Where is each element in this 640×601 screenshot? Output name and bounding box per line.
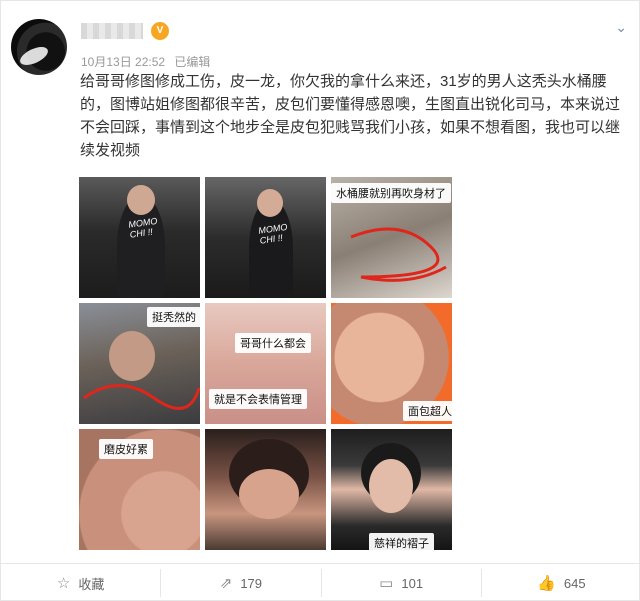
comment-count: 101 [401, 575, 424, 591]
repost-count: 179 [240, 575, 263, 591]
image-tile-2[interactable]: MOMO CHI !! [205, 177, 326, 298]
like-button[interactable]: 👍 645 [482, 569, 640, 597]
vip-badge-icon: V [151, 22, 169, 40]
image-tile-3[interactable]: 水桶腰就别再吹身材了 [331, 177, 452, 298]
post-time[interactable]: 10月13日 22:52 [81, 55, 165, 69]
repost-button[interactable]: ⇗ 179 [161, 569, 322, 597]
image-caption: 磨皮好累 [99, 439, 153, 459]
thumb-up-icon: 👍 [537, 575, 556, 592]
image-tile-5[interactable]: 哥哥什么都会 就是不会表情管理 [205, 303, 326, 424]
post-text: 给哥哥修图修成工伤，皮一龙，你欠我的拿什么来还，31岁的男人这秃头水桶腰的，图博… [80, 73, 621, 159]
favorite-button[interactable]: ☆ 收藏 [1, 569, 162, 597]
red-scribble [350, 227, 447, 282]
image-tile-7[interactable]: 磨皮好累 [79, 429, 200, 550]
image-tile-6[interactable]: 面包超人 [331, 303, 452, 424]
action-bar: ☆ 收藏 ⇗ 179 ▭ 101 👍 645 [1, 564, 640, 601]
post-meta: 10月13日 22:52 已编辑 [81, 53, 216, 70]
red-scribble [83, 384, 200, 410]
like-count: 645 [563, 575, 586, 591]
image-grid: MOMO CHI !! MOMO CHI !! 水桶腰就别再吹身材了 挺秃然的 … [79, 177, 453, 552]
comment-button[interactable]: ▭ 101 [322, 569, 482, 597]
weibo-post-card: V 10月13日 22:52 已编辑 ⌄ 给哥哥修图修成工伤，皮一龙，你欠我的拿… [0, 0, 640, 601]
edited-label[interactable]: 已编辑 [174, 55, 210, 69]
image-caption: 面包超人 [403, 401, 452, 421]
comment-icon: ▭ [379, 575, 394, 592]
image-tile-4[interactable]: 挺秃然的 [79, 303, 200, 424]
star-icon: ☆ [56, 575, 71, 592]
image-caption: 哥哥什么都会 [235, 333, 311, 353]
chevron-down-icon[interactable]: ⌄ [615, 19, 627, 36]
shirt-text: MOMO CHI !! [257, 221, 288, 246]
image-caption: 就是不会表情管理 [209, 389, 307, 409]
image-tile-9[interactable]: 慈祥的褶子 [331, 429, 452, 550]
favorite-label: 收藏 [78, 576, 105, 592]
image-tile-8[interactable] [205, 429, 326, 550]
username-blurred[interactable] [81, 23, 143, 39]
image-caption: 慈祥的褶子 [369, 533, 434, 550]
image-tile-1[interactable]: MOMO CHI !! [79, 177, 200, 298]
avatar[interactable] [11, 19, 67, 75]
share-icon: ⇗ [219, 575, 233, 592]
